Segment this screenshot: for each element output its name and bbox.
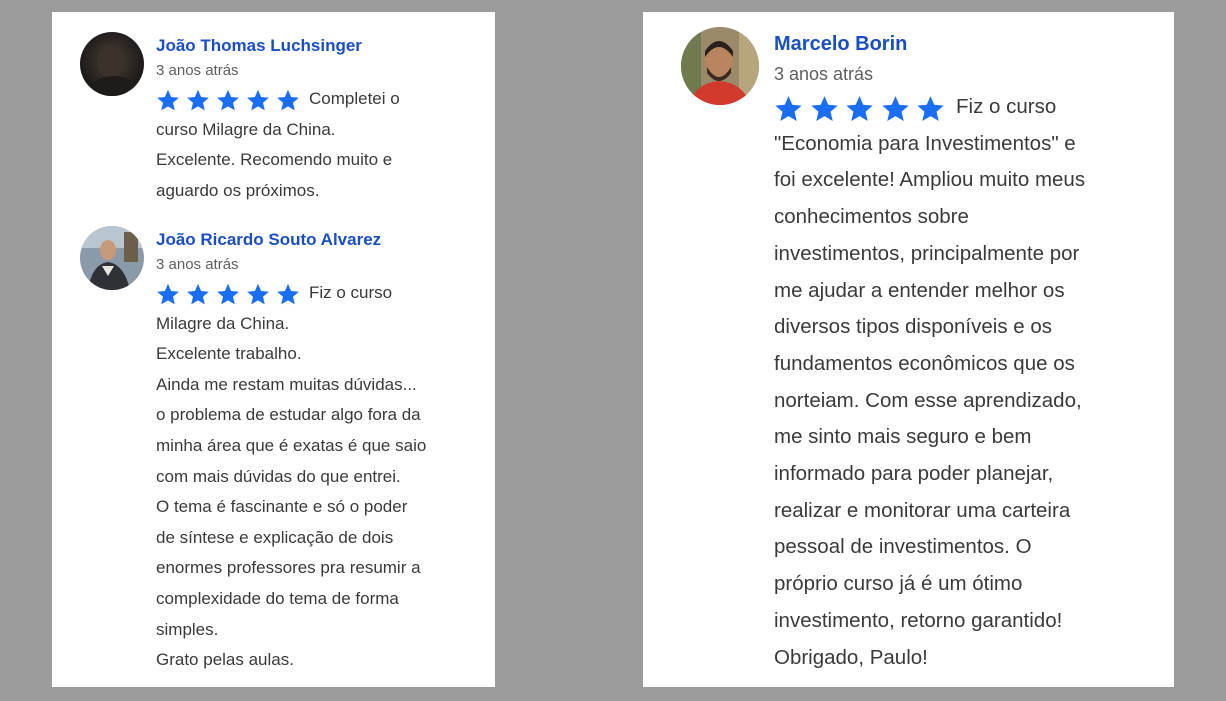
review-date: 3 anos atrás [774,64,874,84]
review-text: Fiz o curso "Economia para Investimentos… [774,95,1086,669]
review-date: 3 anos atrás [156,62,239,79]
review-text: Fiz o curso Milagre da China. Excelente … [156,283,427,670]
avatar[interactable] [80,226,144,290]
review-author[interactable]: João Thomas Luchsinger [156,36,362,56]
review-author[interactable]: João Ricardo Souto Alvarez [156,230,381,250]
review-date: 3 anos atrás [156,256,239,273]
review-author[interactable]: Marcelo Borin [774,33,907,56]
avatar[interactable] [681,27,759,105]
review-card-left: João Thomas Luchsinger 3 anos atrás Comp… [52,12,495,687]
avatar[interactable] [80,32,144,96]
review-text: Completei o curso Milagre da China. Exce… [156,89,400,200]
review-card-right: Marcelo Borin 3 anos atrás Fiz o curso "… [643,12,1174,687]
